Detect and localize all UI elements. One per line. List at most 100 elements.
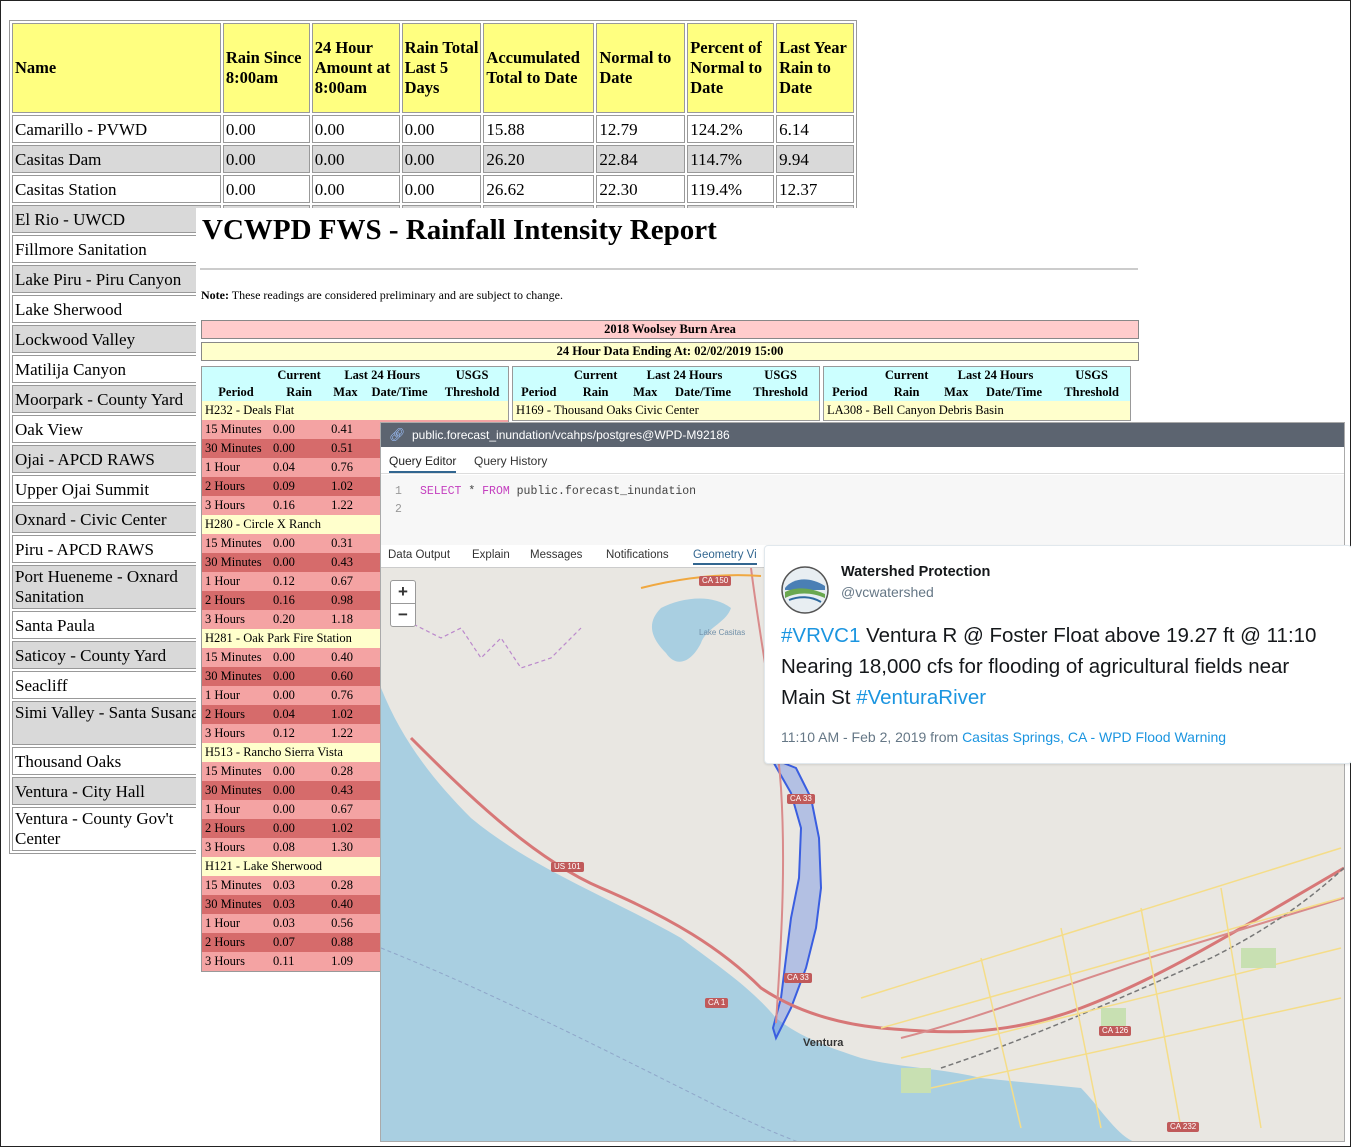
tweet-meta: 11:10 AM - Feb 2, 2019 from Casitas Spri… (781, 729, 1226, 745)
rainfall-value-cell: 15.88 (483, 115, 595, 143)
station-header-cell: Rain (564, 384, 627, 401)
tab-notifications[interactable]: Notifications (606, 549, 669, 561)
line-number: 1 (395, 485, 402, 498)
tab-messages[interactable]: Messages (530, 549, 582, 561)
station-name-cell: Ojai - APCD RAWS (12, 445, 221, 473)
hashtag-link[interactable]: #VRVC1 (781, 624, 860, 647)
rainfall-value-cell: 0.00 (222, 175, 310, 203)
intensity-cell: 0.16 (270, 591, 329, 610)
note-label: Note: (201, 288, 229, 302)
station-header-cell: Last 24 Hours (937, 367, 1054, 384)
tab-explain[interactable]: Explain (472, 549, 510, 561)
station-header-cell: Rain (875, 384, 938, 401)
station-column-3: Current Last 24 Hours USGS Period Rain Max Dat… (823, 366, 1131, 421)
rainfall-value-cell: 22.30 (596, 175, 686, 203)
intensity-cell: 1 Hour (202, 686, 270, 705)
station-name-cell: Casitas Dam (12, 145, 221, 173)
station-name-cell: Lockwood Valley (12, 325, 221, 353)
station-header-cell: Date/Time (663, 384, 743, 401)
rainfall-row: Casitas Dam 0.00 0.00 0.00 26.20 22.84 114.7% 9… (12, 145, 854, 173)
col-rain-since: Rain Since 8:00am (222, 23, 310, 113)
intensity-cell: 1.02 (328, 477, 363, 496)
rainfall-value-cell: 12.79 (596, 115, 686, 143)
station-header-cell (824, 367, 876, 384)
intensity-cell: 0.56 (328, 914, 363, 933)
intensity-cell: 0.28 (328, 876, 363, 895)
station-header-cell: Max (626, 384, 664, 401)
intensity-cell: 1.22 (328, 724, 363, 743)
intensity-cell: 30 Minutes (202, 439, 270, 458)
station-name-cell: Moorpark - County Yard (12, 385, 221, 413)
rainfall-value-cell: 6.14 (776, 115, 854, 143)
rainfall-value-cell: 9.94 (776, 145, 854, 173)
station-name-cell: Oak View (12, 415, 221, 443)
tweet-card[interactable]: Watershed Protection @vcwatershed #VRVC1… (764, 545, 1351, 764)
rainfall-value-cell: 0.00 (401, 175, 482, 203)
tab-query-history[interactable]: Query History (474, 454, 547, 468)
tweet-avatar[interactable] (781, 566, 829, 614)
label-ca33: CA 33 (787, 794, 815, 804)
editor-tabs: Query Editor Query History (381, 449, 1344, 474)
intensity-cell: 0.04 (270, 458, 329, 477)
intensity-cell: 0.00 (270, 762, 329, 781)
tab-data-output[interactable]: Data Output (388, 549, 450, 561)
pgadmin-window: 🔗︎ public.forecast_inundation/vcahps/pos… (380, 422, 1345, 1142)
intensity-cell: 2 Hours (202, 933, 270, 952)
zoom-in-button[interactable]: + (390, 580, 416, 604)
station-header-cell: Period (202, 384, 270, 401)
tweet-author-name[interactable]: Watershed Protection (841, 564, 990, 580)
station-header-cell: USGS (742, 367, 819, 384)
intensity-cell: 0.08 (270, 838, 329, 857)
station-name[interactable]: H232 - Deals Flat (202, 401, 508, 420)
intensity-cell: 0.60 (328, 667, 363, 686)
intensity-cell: 1.22 (328, 496, 363, 515)
tweet-location-link[interactable]: Casitas Springs, CA - WPD Flood Warning (962, 729, 1226, 745)
station-header-cell: Current (875, 367, 938, 384)
col-rain-5days: Rain Total Last 5 Days (401, 23, 482, 113)
station-name[interactable]: LA308 - Bell Canyon Debris Basin (824, 401, 1130, 420)
tab-geometry-viewer[interactable]: Geometry Vi (693, 549, 757, 565)
station-name-cell: Port Hueneme - Oxnard Sanitation (12, 565, 221, 609)
rainfall-value-cell: 0.00 (311, 175, 400, 203)
intensity-cell: 15 Minutes (202, 876, 270, 895)
station-column-2: Current Last 24 Hours USGS Period Rain Max Dat… (512, 366, 820, 421)
rainfall-value-cell: 12.37 (776, 175, 854, 203)
sql-table: public.forecast_inundation (509, 485, 697, 498)
station-name-cell: Simi Valley - Santa Susana (12, 701, 221, 745)
county-boundary (400, 617, 582, 669)
rainfall-value-cell: 0.00 (311, 115, 400, 143)
station-name-cell: Upper Ojai Summit (12, 475, 221, 503)
hashtag-link[interactable]: #VenturaRiver (856, 686, 986, 709)
intensity-cell: 0.04 (270, 705, 329, 724)
intensity-cell: 3 Hours (202, 952, 270, 971)
tweet-timestamp[interactable]: 11:10 AM - Feb 2, 2019 from (781, 729, 962, 745)
station-header-cell: Threshold (742, 384, 819, 401)
intensity-cell: 15 Minutes (202, 762, 270, 781)
station-header-cell: Current (564, 367, 627, 384)
intensity-cell: 2 Hours (202, 819, 270, 838)
intensity-cell: 0.41 (328, 420, 363, 439)
rainfall-value-cell: 0.00 (401, 115, 482, 143)
station-name-cell: Saticoy - County Yard (12, 641, 221, 669)
intensity-cell: 0.00 (270, 439, 329, 458)
station-header-cell: USGS (1053, 367, 1130, 384)
station-name-cell: Thousand Oaks (12, 747, 221, 775)
report-note: Note: These readings are considered prel… (201, 288, 563, 303)
sql-star: * (461, 485, 483, 498)
sql-editor[interactable]: 1 2 SELECT * FROM public.forecast_inunda… (381, 475, 1344, 545)
intensity-cell: 0.88 (328, 933, 363, 952)
connection-icon: 🔗︎ (389, 427, 406, 442)
station-name-cell: Lake Piru - Piru Canyon (12, 265, 221, 293)
station-name-cell: El Rio - UWCD (12, 205, 221, 233)
station-name-cell: Lake Sherwood (12, 295, 221, 323)
station-header-cell: Date/Time (974, 384, 1054, 401)
intensity-cell: 0.40 (328, 648, 363, 667)
tweet-author-handle[interactable]: @vcwatershed (841, 584, 934, 600)
zoom-out-button[interactable]: − (390, 603, 416, 627)
rainfall-value-cell: 124.2% (687, 115, 775, 143)
tab-query-editor[interactable]: Query Editor (389, 454, 457, 473)
station-header-cell: Threshold (436, 384, 508, 401)
station-name[interactable]: H169 - Thousand Oaks Civic Center (513, 401, 819, 420)
report-title: VCWPD FWS - Rainfall Intensity Report (202, 214, 717, 246)
rainfall-value-cell: 0.00 (401, 145, 482, 173)
